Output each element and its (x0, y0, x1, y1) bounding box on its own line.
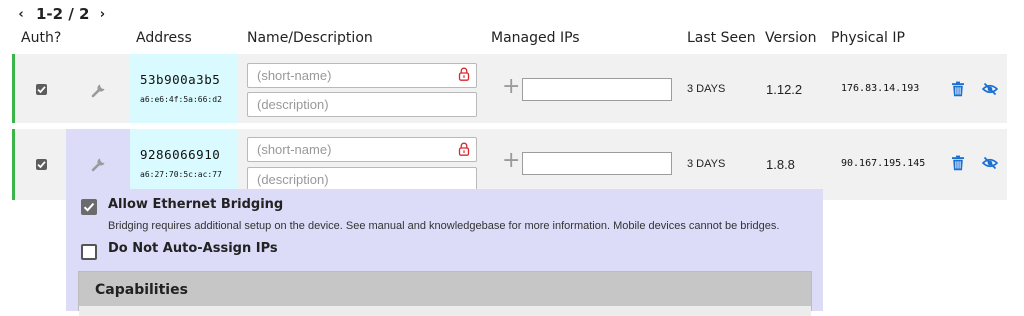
column-header-auth: Auth? (21, 30, 62, 46)
wrench-icon[interactable] (91, 156, 107, 172)
physical-ip: 176.83.14.193 (841, 83, 920, 94)
member-row: 53b900a3b5 a6:e6:4f:5a:66:d2 (short-name… (12, 54, 1007, 123)
managed-ip-input[interactable] (522, 152, 672, 175)
address-cell: 9286066910 a6:27:70:5c:ac:77 (130, 129, 238, 189)
column-header-managed-ips: Managed IPs (491, 30, 580, 46)
check-icon (37, 86, 46, 94)
no-auto-assign-checkbox[interactable] (81, 244, 97, 260)
address-cell: 53b900a3b5 a6:e6:4f:5a:66:d2 (130, 54, 238, 123)
chevron-right-icon[interactable]: › (95, 7, 109, 22)
capabilities-title: Capabilities (95, 282, 188, 298)
pagination-range: 1-2 / 2 (36, 5, 90, 23)
no-auto-assign-label[interactable]: Do Not Auto-Assign IPs (108, 241, 278, 256)
add-ip-icon[interactable]: + (502, 150, 520, 172)
bridging-description: Bridging requires additional setup on th… (108, 220, 780, 232)
last-seen: 3 DAYS (687, 158, 726, 170)
short-name-input[interactable]: (short-name) (247, 63, 477, 88)
managed-ip-input[interactable] (522, 78, 672, 101)
pagination: ‹ 1-2 / 2 › (14, 4, 109, 24)
authorize-checkbox[interactable] (36, 84, 47, 95)
short-name-input[interactable]: (short-name) (247, 137, 477, 162)
description-input[interactable]: (description) (247, 92, 477, 117)
hide-eye-icon[interactable] (982, 155, 998, 171)
node-id: 9286066910 (140, 147, 221, 162)
column-header-address: Address (136, 30, 192, 46)
chevron-left-icon[interactable]: ‹ (14, 7, 28, 22)
last-seen: 3 DAYS (687, 83, 726, 95)
lock-icon[interactable] (458, 142, 470, 156)
mac-address: a6:e6:4f:5a:66:d2 (140, 95, 222, 104)
column-header-name: Name/Description (247, 30, 373, 46)
trash-icon[interactable] (950, 155, 966, 171)
lock-icon[interactable] (458, 67, 470, 81)
column-header-version: Version (765, 30, 817, 46)
physical-ip: 90.167.195.145 (841, 158, 926, 169)
column-header-last-seen: Last Seen (687, 30, 756, 46)
node-id: 53b900a3b5 (140, 72, 221, 87)
version: 1.8.8 (766, 157, 795, 172)
capabilities-section: Capabilities (78, 271, 812, 316)
check-icon (83, 202, 95, 212)
trash-icon[interactable] (950, 81, 966, 97)
check-icon (37, 161, 46, 169)
add-ip-icon[interactable]: + (502, 76, 520, 98)
column-header-physical-ip: Physical IP (831, 30, 905, 46)
mac-address: a6:27:70:5c:ac:77 (140, 170, 222, 179)
authorize-checkbox[interactable] (36, 159, 47, 170)
wrench-icon[interactable] (91, 82, 107, 98)
bridging-checkbox[interactable] (81, 199, 97, 215)
hide-eye-icon[interactable] (982, 81, 998, 97)
version: 1.12.2 (766, 82, 803, 97)
bridging-label[interactable]: Allow Ethernet Bridging (108, 197, 283, 212)
capabilities-body (79, 306, 811, 316)
